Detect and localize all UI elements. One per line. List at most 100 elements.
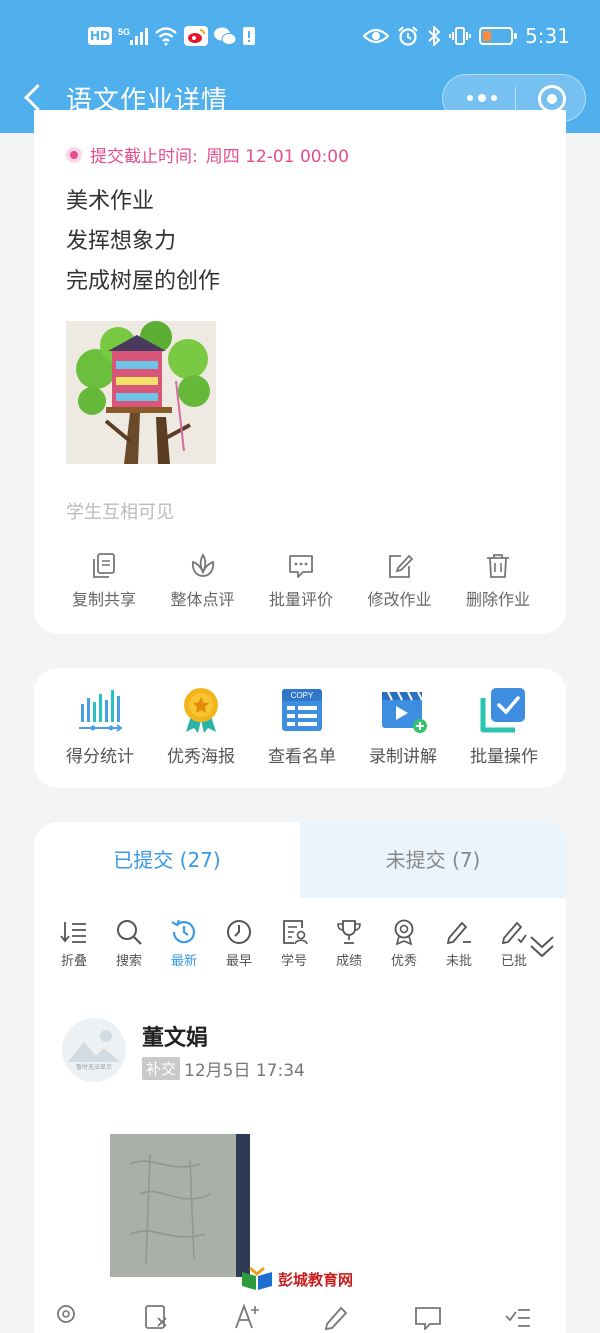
filter-label: 成绩 <box>335 954 362 969</box>
filter-label: 学号 <box>280 954 307 969</box>
edit-assignment-button[interactable]: 修改作业 <box>352 552 448 610</box>
action-label: 整体点评 <box>170 590 235 609</box>
filter-excellent[interactable]: 优秀 <box>380 918 428 969</box>
filter-label: 最新 <box>170 954 197 969</box>
lotus-icon <box>191 553 214 577</box>
clock-time: 5:31 <box>525 24 570 48</box>
tool-label: 录制讲解 <box>369 747 437 767</box>
pencil-icon[interactable] <box>323 1302 351 1331</box>
deadline-row: 提交截止时间: 周四 12-01 00:00 <box>66 142 349 167</box>
sim-alert-icon <box>242 26 256 46</box>
svg-text:COPY: COPY <box>291 691 314 700</box>
award-icon[interactable] <box>52 1302 80 1330</box>
tool-label: 优秀海报 <box>167 747 235 767</box>
tool-label: 得分统计 <box>66 747 134 767</box>
deadline-dot-icon <box>66 146 82 163</box>
tool-label: 批量操作 <box>470 747 538 767</box>
action-label: 删除作业 <box>465 590 530 609</box>
filter-search[interactable]: 搜索 <box>105 918 153 969</box>
pen-check-icon <box>501 921 527 945</box>
eye-icon <box>362 26 390 46</box>
tab-submitted[interactable]: 已提交 (27) <box>34 822 300 898</box>
filter-label: 未批 <box>445 954 472 969</box>
record-lecture-button[interactable]: 录制讲解 <box>355 686 451 767</box>
submission-image[interactable] <box>110 1134 250 1277</box>
action-label: 批量评价 <box>268 590 333 609</box>
close-target-icon[interactable] <box>538 85 566 113</box>
content-line: 美术作业 <box>66 189 155 214</box>
action-label: 复制共享 <box>71 590 136 609</box>
search-icon <box>117 920 142 945</box>
expand-filters-icon[interactable] <box>528 934 556 960</box>
assignment-actions: 复制共享 整体点评 批量评价 修改作业 删除作业 <box>56 552 546 610</box>
filter-bar: 折叠 搜索 最新 最早 学号 成绩 优秀 未批 已批 <box>50 918 566 978</box>
bluetooth-icon <box>427 24 441 48</box>
copy-list-icon: COPY <box>282 689 322 731</box>
filter-label: 已批 <box>500 954 527 969</box>
image-placeholder-icon <box>68 1030 120 1062</box>
submissions-card: 已提交 (27) 未提交 (7) 折叠 搜索 最新 最早 学号 成绩 优秀 未批… <box>34 822 566 1333</box>
comment-icon <box>289 555 313 578</box>
checkbox-icon <box>480 688 525 733</box>
more-icon[interactable] <box>463 85 501 111</box>
filter-collapse[interactable]: 折叠 <box>50 918 98 969</box>
book-logo-icon <box>242 1266 272 1290</box>
watermark-text: 彭城教育网 <box>278 1270 354 1289</box>
battery-icon <box>479 27 518 45</box>
vibrate-icon <box>449 26 472 46</box>
edit-icon <box>388 554 413 578</box>
excellent-poster-button[interactable]: 优秀海报 <box>153 686 249 767</box>
assignment-card: 提交截止时间: 周四 12-01 00:00 美术作业 发挥想象力 完成树屋的创… <box>34 110 566 634</box>
reject-icon[interactable] <box>142 1302 170 1330</box>
filter-newest[interactable]: 最新 <box>160 918 208 969</box>
filter-label: 最早 <box>225 954 252 969</box>
comment-icon[interactable] <box>414 1302 442 1332</box>
signal-icon: 5G <box>118 26 149 46</box>
batch-evaluate-button[interactable]: 批量评价 <box>253 552 349 610</box>
clock-back-icon <box>171 919 196 944</box>
deadline-value: 周四 12-01 00:00 <box>205 147 349 167</box>
avatar-caption: 暂时无法显示 <box>75 1064 112 1071</box>
tools-card: 得分统计 优秀海报 COPY 查看名单 录制讲解 批量操作 <box>34 668 566 788</box>
action-label: 修改作业 <box>367 590 432 609</box>
badge-icon <box>394 919 414 946</box>
medal-icon <box>184 688 218 733</box>
submission-time: 12月5日 17:34 <box>184 1061 305 1081</box>
wifi-icon <box>154 26 178 46</box>
content-line: 发挥想象力 <box>66 229 177 254</box>
weibo-icon <box>184 26 209 46</box>
filter-student-id[interactable]: 学号 <box>270 918 318 969</box>
assignment-content: 美术作业 发挥想象力 完成树屋的创作 <box>66 182 220 302</box>
filter-label: 优秀 <box>390 954 417 969</box>
watermark: 彭城教育网 <box>240 1266 353 1292</box>
submission-actions <box>52 1302 532 1332</box>
text-size-icon[interactable] <box>233 1302 261 1330</box>
overall-review-button[interactable]: 整体点评 <box>155 552 251 610</box>
submission-tabs: 已提交 (27) 未提交 (7) <box>34 822 566 898</box>
hd-icon: HD <box>88 27 113 45</box>
wechat-icon <box>214 26 237 46</box>
trash-icon <box>487 554 509 578</box>
filter-unreviewed[interactable]: 未批 <box>435 918 483 969</box>
view-roster-button[interactable]: COPY 查看名单 <box>254 686 350 767</box>
batch-operate-button[interactable]: 批量操作 <box>456 686 552 767</box>
tab-not-submitted[interactable]: 未提交 (7) <box>300 822 566 898</box>
alarm-icon <box>397 26 419 46</box>
collapse-icon <box>60 922 86 943</box>
clock-icon <box>227 920 251 944</box>
copy-share-button[interactable]: 复制共享 <box>56 552 152 610</box>
grade-icon[interactable] <box>504 1302 532 1330</box>
capsule-divider <box>515 87 516 111</box>
id-card-icon <box>283 920 308 945</box>
score-stats-button[interactable]: 得分统计 <box>52 686 148 767</box>
copy-icon <box>93 553 115 578</box>
content-line: 完成树屋的创作 <box>66 269 221 294</box>
submission-meta: 补交 12月5日 17:34 <box>142 1056 305 1081</box>
status-bar: HD 5G 5:31 <box>0 22 600 56</box>
filter-label: 搜索 <box>115 954 142 969</box>
delete-assignment-button[interactable]: 删除作业 <box>450 552 546 610</box>
filter-score[interactable]: 成绩 <box>325 918 373 969</box>
late-submission-badge: 补交 <box>142 1057 181 1080</box>
treehouse-image[interactable] <box>66 321 216 464</box>
filter-earliest[interactable]: 最早 <box>215 918 263 969</box>
